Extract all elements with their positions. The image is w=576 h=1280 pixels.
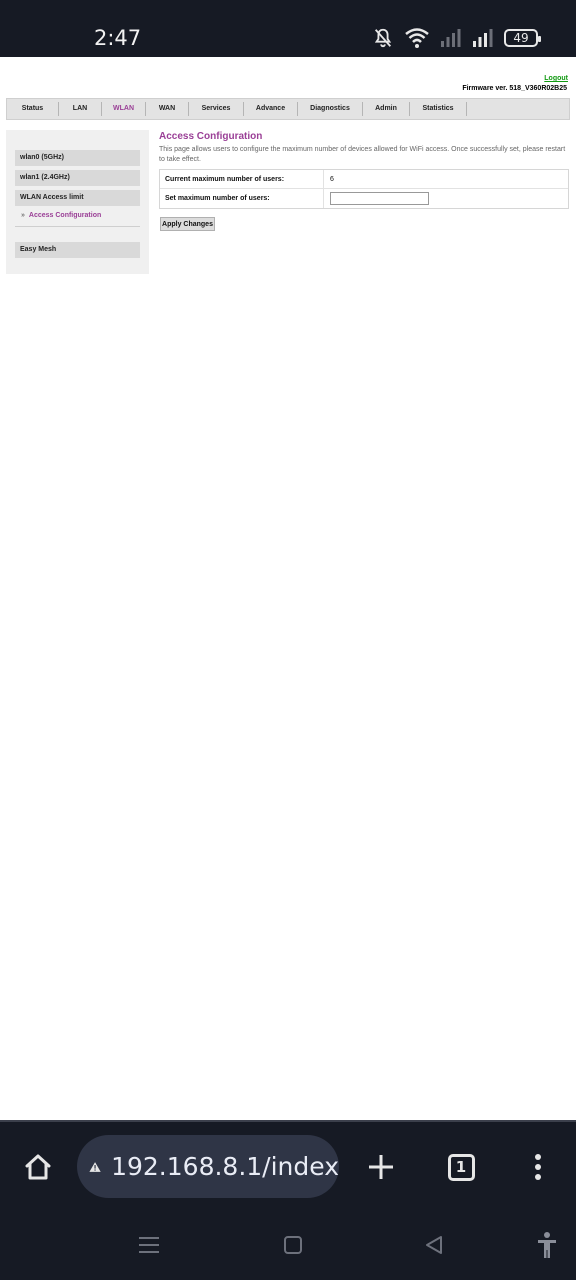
new-tab-icon[interactable] [364, 1150, 398, 1184]
browser-toolbar: 192.168.8.1/index 1 [0, 1120, 576, 1212]
sidebar-item-wlan0[interactable]: wlan0 (5GHz) [15, 150, 140, 166]
sidebar-divider [15, 226, 140, 227]
page-description: This page allows users to configure the … [159, 146, 566, 163]
bell-muted-icon [374, 28, 392, 48]
nav-diagnostics[interactable]: Diagnostics [298, 102, 363, 116]
apply-changes-button[interactable]: Apply Changes [160, 217, 215, 231]
main-content: Access Configuration This page allows us… [159, 131, 571, 231]
home-icon[interactable] [20, 1149, 56, 1185]
page-title: Access Configuration [159, 131, 263, 142]
url-text: 192.168.8.1/index [111, 1152, 339, 1181]
nav-advance[interactable]: Advance [244, 102, 298, 116]
signal-icon [473, 29, 493, 47]
router-page: Logout Firmware ver. 518_V360R02B25 Stat… [0, 57, 576, 1120]
table-row: Current maximum number of users: 6 [160, 170, 568, 189]
battery-icon: 49 [504, 29, 541, 47]
status-icons: 49 [372, 26, 541, 50]
nav-statistics[interactable]: Statistics [410, 102, 467, 116]
system-nav-bar [0, 1212, 576, 1280]
recent-apps-icon[interactable] [136, 1232, 162, 1258]
chevron-right-icon: » [21, 212, 25, 219]
set-max-users-label: Set maximum number of users: [160, 189, 324, 208]
nav-wan[interactable]: WAN [146, 102, 189, 116]
url-bar[interactable]: 192.168.8.1/index [77, 1135, 339, 1198]
more-menu-icon[interactable] [528, 1150, 548, 1184]
sidebar-item-wlan-access-limit[interactable]: WLAN Access limit [15, 190, 140, 206]
tab-count: 1 [447, 1153, 475, 1181]
back-nav-icon[interactable] [421, 1232, 447, 1258]
warning-icon[interactable] [89, 1153, 101, 1181]
wifi-icon [405, 28, 429, 48]
sidebar-item-wlan1[interactable]: wlan1 (2.4GHz) [15, 170, 140, 186]
firmware-version: Firmware ver. 518_V360R02B25 [462, 85, 567, 92]
sidebar-subitem-access-configuration[interactable]: » Access Configuration [21, 212, 101, 219]
status-time: 2:47 [94, 26, 142, 50]
status-bar: 2:47 49 [0, 0, 576, 57]
nav-wlan[interactable]: WLAN [102, 102, 146, 116]
logout-link[interactable]: Logout [544, 75, 568, 82]
top-navigation: Status LAN WLAN WAN Services Advance Dia… [6, 98, 570, 120]
sidebar-subitem-label: Access Configuration [28, 212, 102, 219]
nav-status[interactable]: Status [7, 102, 59, 116]
sidebar: wlan0 (5GHz) wlan1 (2.4GHz) WLAN Access … [6, 130, 149, 274]
signal-icon [441, 29, 461, 47]
tabs-button[interactable]: 1 [444, 1150, 478, 1184]
accessibility-icon[interactable] [534, 1230, 560, 1260]
nav-lan[interactable]: LAN [59, 102, 102, 116]
nav-services[interactable]: Services [189, 102, 244, 116]
home-nav-icon[interactable] [280, 1232, 306, 1258]
config-table: Current maximum number of users: 6 Set m… [159, 169, 569, 209]
battery-level: 49 [513, 31, 529, 45]
current-max-users-label: Current maximum number of users: [160, 170, 324, 188]
max-users-input[interactable] [330, 192, 429, 205]
current-max-users-value: 6 [330, 176, 334, 183]
sidebar-item-easy-mesh[interactable]: Easy Mesh [15, 242, 140, 258]
nav-admin[interactable]: Admin [363, 102, 410, 116]
table-row: Set maximum number of users: [160, 189, 568, 208]
